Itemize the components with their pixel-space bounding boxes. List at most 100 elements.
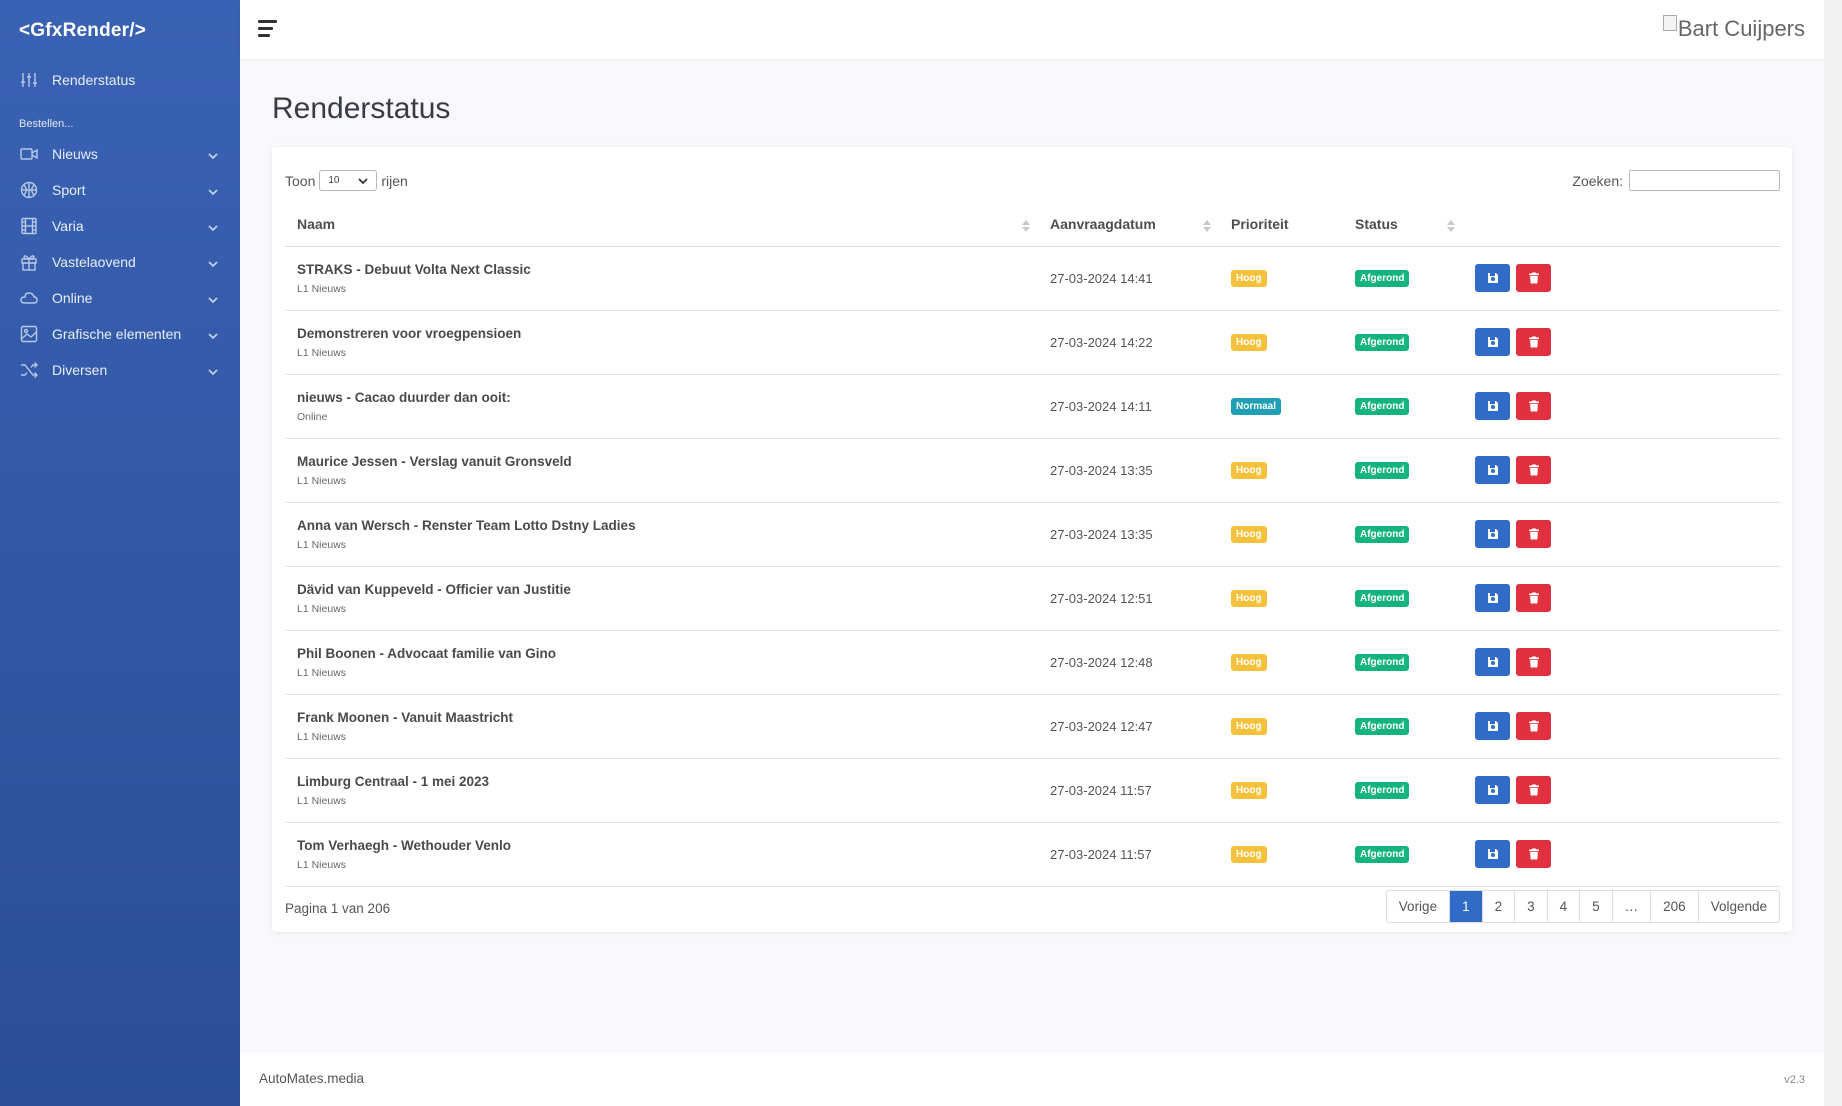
table-row[interactable]: Dävid van Kuppeveld - Officier van Justi… bbox=[285, 566, 1781, 631]
pagination-page-button[interactable]: 2 bbox=[1483, 891, 1516, 922]
search-input[interactable] bbox=[1629, 170, 1780, 191]
user-avatar[interactable]: Bart Cuijpers bbox=[1662, 15, 1805, 42]
sort-icon bbox=[1447, 219, 1455, 232]
video-icon bbox=[20, 145, 38, 163]
cell-actions bbox=[1463, 310, 1781, 375]
sidebar-item-grafische-elementen[interactable]: Grafische elementen bbox=[0, 316, 240, 352]
delete-button[interactable] bbox=[1516, 840, 1551, 868]
column-header-aanvraagdatum[interactable]: Aanvraagdatum bbox=[1038, 203, 1219, 247]
sidebar-item-renderstatus[interactable]: Renderstatus bbox=[0, 62, 240, 98]
cell-status: Afgerond bbox=[1343, 438, 1463, 503]
table-row[interactable]: Tom Verhaegh - Wethouder Venlo L1 Nieuws 2… bbox=[285, 822, 1781, 887]
row-subtitle: L1 Nieuws bbox=[297, 794, 347, 807]
sidebar-item-label: Nieuws bbox=[52, 146, 98, 162]
sidebar-item-vastelaovend[interactable]: Vastelaovend bbox=[0, 244, 240, 280]
status-badge: Afgerond bbox=[1355, 846, 1410, 863]
status-badge: Afgerond bbox=[1355, 334, 1410, 351]
trash-icon bbox=[1528, 400, 1540, 412]
sidebar-item-nieuws[interactable]: Nieuws bbox=[0, 136, 240, 172]
chevron-down-icon bbox=[208, 364, 218, 376]
row-title: Tom Verhaegh - Wethouder Venlo bbox=[297, 837, 512, 853]
chevron-down-icon bbox=[208, 220, 218, 232]
cell-name: Frank Moonen - Vanuit Maastricht L1 Nieuw… bbox=[285, 694, 1038, 759]
pagination-page-button[interactable]: … bbox=[1613, 891, 1652, 922]
cell-actions bbox=[1463, 566, 1781, 631]
table-row[interactable]: Maurice Jessen - Verslag vanuit Gronsvel… bbox=[285, 438, 1781, 503]
delete-button[interactable] bbox=[1516, 456, 1551, 484]
table-row[interactable]: Limburg Centraal - 1 mei 2023 L1 Nieuws 27… bbox=[285, 758, 1781, 823]
sidebar-item-diversen[interactable]: Diversen bbox=[0, 352, 240, 388]
pagination-prev-button[interactable]: Vorige bbox=[1387, 891, 1451, 922]
page-length-select[interactable]: 10 bbox=[319, 170, 378, 191]
column-header-prioriteit[interactable]: Prioriteit bbox=[1219, 203, 1343, 247]
table-header-row: Naam Aanvraagdatum Prioriteit Status bbox=[285, 203, 1781, 247]
cell-status: Afgerond bbox=[1343, 758, 1463, 823]
column-header-status[interactable]: Status bbox=[1343, 203, 1463, 247]
row-title: Anna van Wersch - Renster Team Lotto Dst… bbox=[297, 517, 636, 533]
pagination-page-button[interactable]: 3 bbox=[1515, 891, 1548, 922]
delete-button[interactable] bbox=[1516, 520, 1551, 548]
cell-date: 27-03-2024 14:11 bbox=[1038, 374, 1219, 439]
sidebar-item-sport[interactable]: Sport bbox=[0, 172, 240, 208]
table-row[interactable]: Frank Moonen - Vanuit Maastricht L1 Nieuw… bbox=[285, 694, 1781, 759]
save-icon bbox=[1487, 272, 1499, 284]
save-button[interactable] bbox=[1475, 328, 1510, 356]
sidebar-item-online[interactable]: Online bbox=[0, 280, 240, 316]
sidebar-item-varia[interactable]: Varia bbox=[0, 208, 240, 244]
topbar: Bart Cuijpers bbox=[240, 0, 1824, 59]
save-button[interactable] bbox=[1475, 776, 1510, 804]
chevron-down-icon bbox=[208, 148, 218, 160]
cell-priority: Hoog bbox=[1219, 566, 1343, 631]
sidebar-item-label: Renderstatus bbox=[52, 72, 136, 88]
delete-button[interactable] bbox=[1516, 648, 1551, 676]
save-icon bbox=[1487, 400, 1499, 412]
save-icon bbox=[1487, 592, 1499, 604]
save-button[interactable] bbox=[1475, 456, 1510, 484]
save-icon bbox=[1487, 720, 1499, 732]
pagination-next-button[interactable]: Volgende bbox=[1699, 891, 1779, 922]
cell-status: Afgerond bbox=[1343, 246, 1463, 311]
image-icon bbox=[20, 325, 38, 343]
delete-button[interactable] bbox=[1516, 328, 1551, 356]
chevron-down-icon bbox=[208, 256, 218, 268]
save-button[interactable] bbox=[1475, 584, 1510, 612]
delete-button[interactable] bbox=[1516, 392, 1551, 420]
brand-logo[interactable]: <GfxRender/> bbox=[0, 0, 240, 60]
delete-button[interactable] bbox=[1516, 264, 1551, 292]
status-badge: Afgerond bbox=[1355, 718, 1410, 735]
cell-name: STRAKS - Debuut Volta Next Classic L1 Nie… bbox=[285, 246, 1038, 311]
status-badge: Afgerond bbox=[1355, 462, 1410, 479]
status-badge: Afgerond bbox=[1355, 654, 1410, 671]
page-length-control: Toon 10 rijen bbox=[285, 170, 408, 191]
cell-actions bbox=[1463, 630, 1781, 695]
cell-actions bbox=[1463, 246, 1781, 311]
delete-button[interactable] bbox=[1516, 776, 1551, 804]
pagination-page-button[interactable]: 1 bbox=[1450, 891, 1483, 922]
delete-button[interactable] bbox=[1516, 584, 1551, 612]
cell-date: 27-03-2024 13:35 bbox=[1038, 502, 1219, 567]
save-button[interactable] bbox=[1475, 712, 1510, 740]
delete-button[interactable] bbox=[1516, 712, 1551, 740]
pagination-page-button[interactable]: 206 bbox=[1651, 891, 1699, 922]
save-button[interactable] bbox=[1475, 520, 1510, 548]
scrollbar[interactable] bbox=[1824, 0, 1842, 1106]
cell-priority: Hoog bbox=[1219, 438, 1343, 503]
table-row[interactable]: STRAKS - Debuut Volta Next Classic L1 Nie… bbox=[285, 246, 1781, 311]
save-button[interactable] bbox=[1475, 264, 1510, 292]
menu-toggle-icon[interactable] bbox=[258, 20, 278, 40]
save-button[interactable] bbox=[1475, 840, 1510, 868]
column-header-naam[interactable]: Naam bbox=[285, 203, 1038, 247]
row-subtitle: L1 Nieuws bbox=[297, 282, 347, 295]
table-row[interactable]: Anna van Wersch - Renster Team Lotto Dst… bbox=[285, 502, 1781, 567]
row-title: nieuws - Cacao duurder dan ooit: bbox=[297, 389, 511, 405]
pagination-page-button[interactable]: 4 bbox=[1548, 891, 1581, 922]
save-icon bbox=[1487, 336, 1499, 348]
table-row[interactable]: Demonstreren voor vroegpensioen L1 Nieuws… bbox=[285, 310, 1781, 375]
save-button[interactable] bbox=[1475, 648, 1510, 676]
save-button[interactable] bbox=[1475, 392, 1510, 420]
cell-name: Dävid van Kuppeveld - Officier van Justi… bbox=[285, 566, 1038, 631]
trash-icon bbox=[1528, 656, 1540, 668]
pagination-page-button[interactable]: 5 bbox=[1580, 891, 1613, 922]
table-row[interactable]: nieuws - Cacao duurder dan ooit: Online 27… bbox=[285, 374, 1781, 439]
table-row[interactable]: Phil Boonen - Advocaat familie van Gino L… bbox=[285, 630, 1781, 695]
